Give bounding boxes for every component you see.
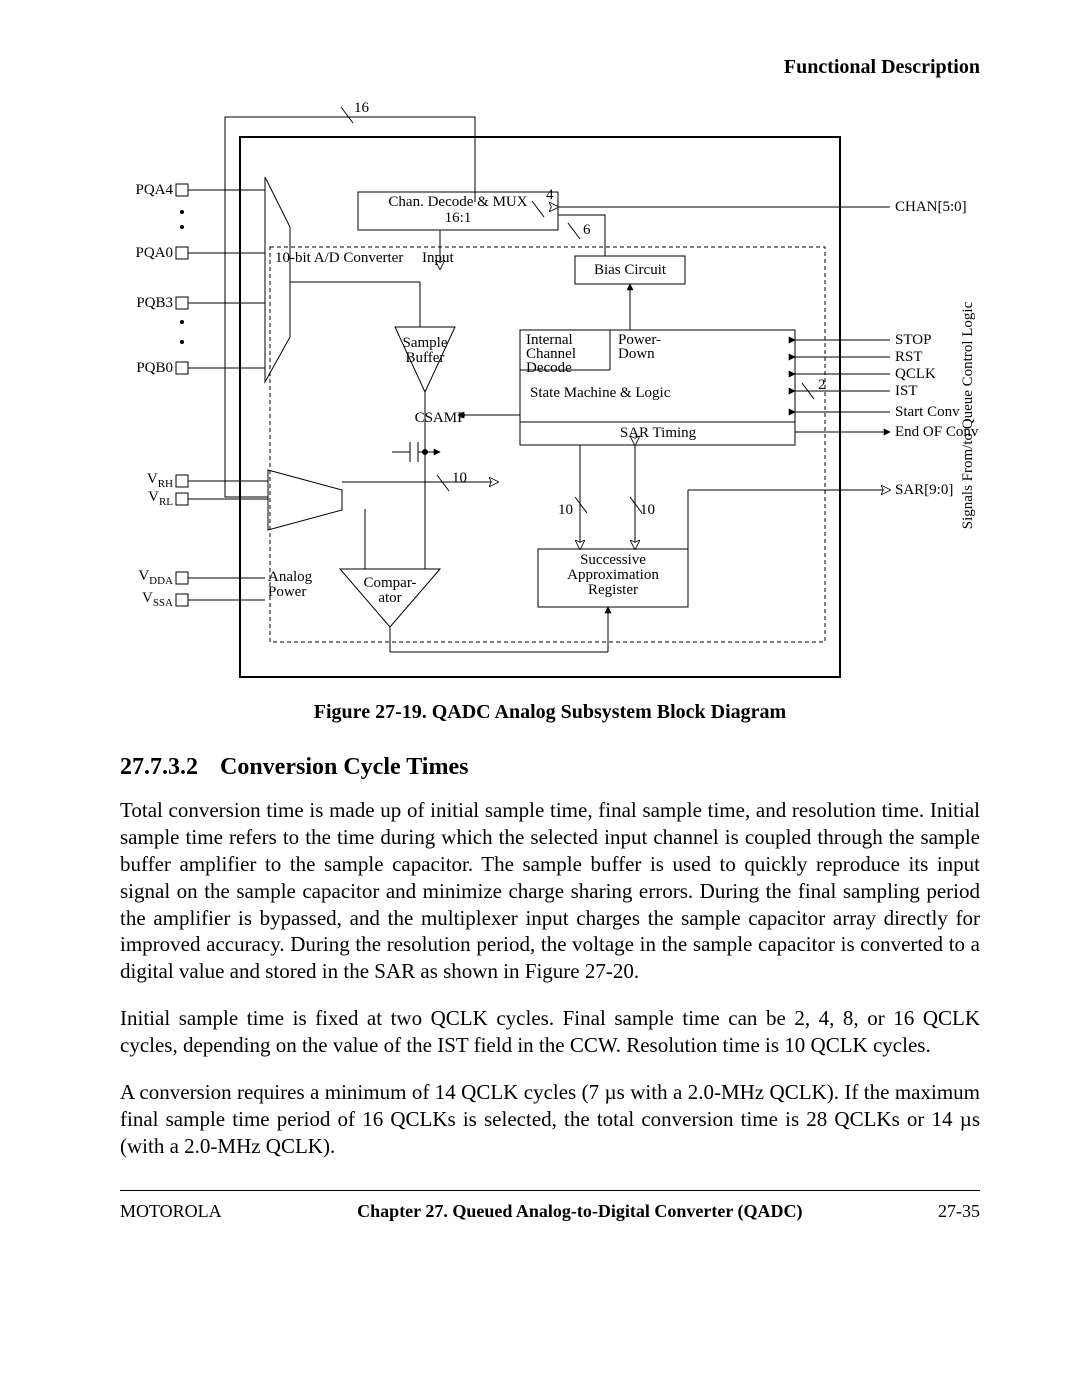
paragraph-3: A conversion requires a minimum of 14 QC… bbox=[120, 1079, 980, 1160]
bus-width-dac: 10 bbox=[452, 470, 467, 487]
block-intch3: Decode bbox=[526, 360, 572, 377]
figure-caption: Figure 27-19. QADC Analog Subsystem Bloc… bbox=[120, 701, 980, 724]
block-mux-l2: 16:1 bbox=[445, 210, 472, 227]
sig-sar: SAR[9:0] bbox=[895, 482, 953, 499]
block-bias: Bias Circuit bbox=[594, 262, 666, 279]
section-heading: 27.7.3.2 Conversion Cycle Times bbox=[120, 754, 980, 781]
pin-vrh: VRH bbox=[147, 471, 173, 490]
pin-vrl: VRL bbox=[148, 489, 173, 508]
footer-mid: Chapter 27. Queued Analog-to-Digital Con… bbox=[357, 1201, 802, 1222]
sig-stop: STOP bbox=[895, 332, 931, 349]
pin-pqb0: PQB0 bbox=[136, 360, 173, 377]
bus-width-16: 16 bbox=[354, 100, 369, 117]
pin-vdda: VDDA bbox=[138, 568, 173, 587]
page-footer: MOTOROLA Chapter 27. Queued Analog-to-Di… bbox=[120, 1201, 980, 1222]
bus-width-4: 4 bbox=[546, 187, 554, 204]
footer-rule bbox=[120, 1190, 980, 1191]
footer-right: 27-35 bbox=[938, 1201, 980, 1222]
footer-left: MOTOROLA bbox=[120, 1201, 222, 1222]
block-comp2: ator bbox=[378, 590, 401, 607]
section-title: Conversion Cycle Times bbox=[220, 754, 468, 780]
sig-ist: IST bbox=[895, 383, 918, 400]
bus-width-sar-a: 10 bbox=[558, 502, 573, 519]
pin-pqa4: PQA4 bbox=[135, 182, 173, 199]
block-sample-l2: Buffer bbox=[406, 350, 445, 367]
block-csamp: CSAMP bbox=[415, 410, 466, 427]
section-number: 27.7.3.2 bbox=[120, 754, 198, 780]
pin-pqb3: PQB3 bbox=[136, 295, 173, 312]
bus-width-2: 2 bbox=[818, 377, 826, 394]
sig-start: Start Conv bbox=[895, 404, 960, 421]
bus-width-sar-b: 10 bbox=[640, 502, 655, 519]
sig-qclk: QCLK bbox=[895, 366, 936, 383]
block-mux-l1: Chan. Decode & MUX bbox=[388, 194, 527, 211]
bus-width-6: 6 bbox=[583, 222, 591, 239]
block-sar3: Register bbox=[588, 582, 638, 599]
paragraph-1: Total conversion time is made up of init… bbox=[120, 797, 980, 985]
figure-block-diagram: 16 4 6 2 10 10 10 PQA4 PQA0 PQB3 PQB0 VR… bbox=[140, 97, 960, 687]
block-analog2: Power bbox=[268, 584, 306, 601]
sig-chan: CHAN[5:0] bbox=[895, 199, 967, 216]
pin-vssa: VSSA bbox=[142, 590, 173, 609]
pin-pqa0: PQA0 bbox=[135, 245, 173, 262]
block-input: Input bbox=[422, 250, 454, 267]
running-head: Functional Description bbox=[120, 56, 980, 79]
sig-rst: RST bbox=[895, 349, 923, 366]
paragraph-2: Initial sample time is fixed at two QCLK… bbox=[120, 1005, 980, 1059]
block-sm: State Machine & Logic bbox=[530, 385, 670, 402]
block-pd2: Down bbox=[618, 346, 655, 363]
block-adc: 10-bit A/D Converter bbox=[275, 250, 403, 267]
sig-group: Signals From/to Queue Control Logic bbox=[960, 302, 977, 529]
block-sartiming: SAR Timing bbox=[620, 425, 696, 442]
